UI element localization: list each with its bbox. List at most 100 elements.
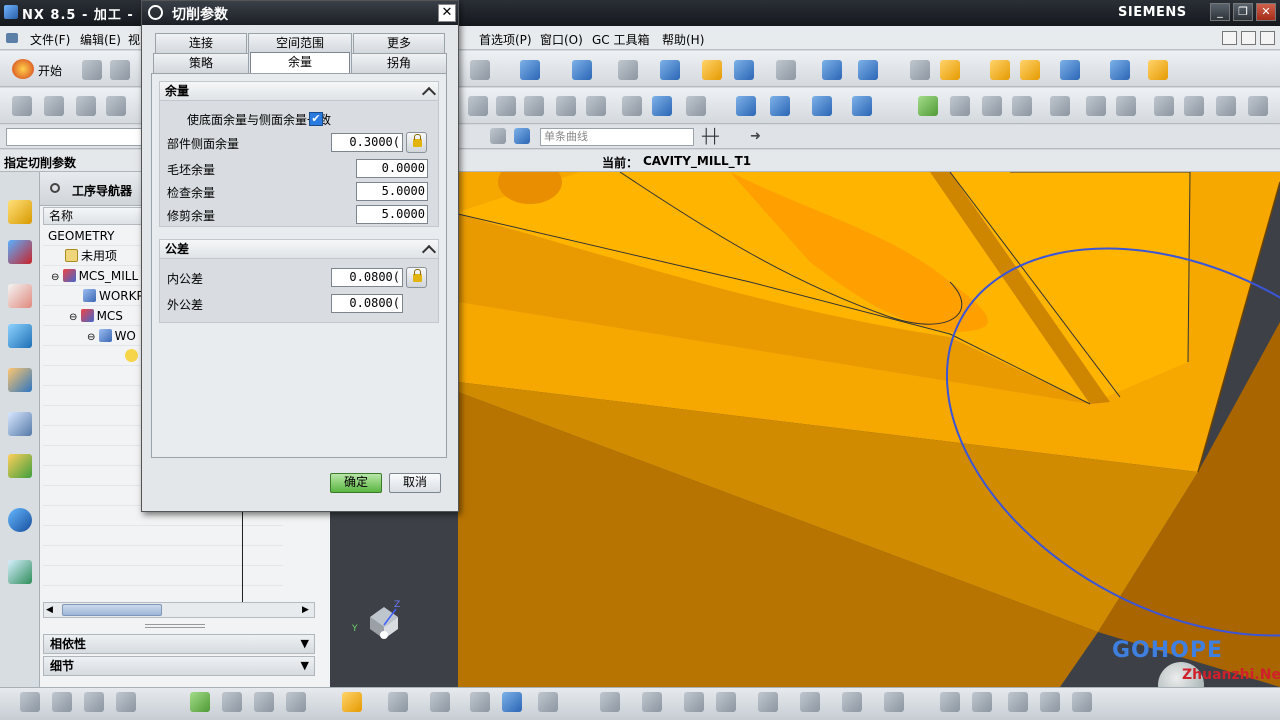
- move-icon[interactable]: [1060, 60, 1080, 80]
- check-icon[interactable]: [918, 96, 938, 116]
- feature-i-icon[interactable]: [1216, 96, 1236, 116]
- ops-i-icon[interactable]: [342, 692, 362, 712]
- ops-e-icon[interactable]: [190, 692, 210, 712]
- dialog-titlebar[interactable]: 切削参数 ✕: [142, 1, 458, 25]
- ops-b-icon[interactable]: [52, 692, 72, 712]
- generate-path-icon[interactable]: [736, 96, 756, 116]
- ops-j-icon[interactable]: [388, 692, 408, 712]
- search-icon[interactable]: [1072, 692, 1092, 712]
- create-geometry-icon[interactable]: [76, 96, 96, 116]
- menu-edit[interactable]: 编辑(E): [80, 31, 121, 48]
- feature-h-icon[interactable]: [1184, 96, 1204, 116]
- dependencies-section[interactable]: 相依性 ▼: [43, 634, 315, 654]
- minimize-button[interactable]: _: [1210, 3, 1230, 21]
- ok-button[interactable]: 确定: [330, 473, 382, 493]
- ops-p-icon[interactable]: [642, 692, 662, 712]
- feature-j-icon[interactable]: [1248, 96, 1268, 116]
- tab-containment[interactable]: 空间范围: [248, 33, 352, 53]
- ops-y-icon[interactable]: [1008, 692, 1028, 712]
- shade-icon[interactable]: [618, 60, 638, 80]
- measure-icon[interactable]: [940, 60, 960, 80]
- feature-c-icon[interactable]: [1012, 96, 1032, 116]
- feature-g-icon[interactable]: [1154, 96, 1174, 116]
- ops-s-icon[interactable]: [758, 692, 778, 712]
- intersect-icon[interactable]: ┼┼: [702, 129, 719, 145]
- orient-view-icon[interactable]: [660, 60, 680, 80]
- ops-k-icon[interactable]: [430, 692, 450, 712]
- column-divider[interactable]: [242, 512, 243, 602]
- analysis-icon[interactable]: [990, 60, 1010, 80]
- horizontal-scrollbar[interactable]: ◀ ▶: [43, 602, 315, 618]
- tab-more[interactable]: 更多: [353, 33, 445, 53]
- scroll-thumb[interactable]: [62, 604, 162, 616]
- menu-preferences[interactable]: 首选项(P): [479, 31, 532, 48]
- create-program-icon[interactable]: [12, 96, 32, 116]
- snap-icon[interactable]: [822, 60, 842, 80]
- ops-z-icon[interactable]: [1040, 692, 1060, 712]
- ops-a-icon[interactable]: [20, 692, 40, 712]
- graphics-window[interactable]: Z Y GOHOPE Zhuanzhi.Net: [330, 172, 1280, 687]
- undo-icon[interactable]: [470, 60, 490, 80]
- splitter-handle[interactable]: [145, 624, 205, 628]
- ops-g-icon[interactable]: [254, 692, 274, 712]
- fit-view-icon[interactable]: [572, 60, 592, 80]
- close-button[interactable]: ✕: [1256, 3, 1276, 21]
- ops-n-icon[interactable]: [538, 692, 558, 712]
- pin-navigator-icon[interactable]: [50, 183, 60, 193]
- ops-d-icon[interactable]: [116, 692, 136, 712]
- cancel-button[interactable]: 取消: [389, 473, 441, 493]
- start-menu-button[interactable]: 开始: [38, 62, 62, 79]
- check-stock-input[interactable]: 5.0000: [356, 182, 428, 201]
- op-g-icon[interactable]: [652, 96, 672, 116]
- info-navigator-icon[interactable]: [8, 508, 32, 532]
- feature-a-icon[interactable]: [950, 96, 970, 116]
- select-all-icon[interactable]: [490, 128, 506, 144]
- ops-m-icon[interactable]: [502, 692, 522, 712]
- doc-close-button[interactable]: [1260, 31, 1275, 45]
- column-header-name[interactable]: 名称: [43, 207, 143, 225]
- transform-icon[interactable]: [1110, 60, 1130, 80]
- menu-help[interactable]: 帮助(H): [662, 31, 704, 48]
- menu-gc-toolbox[interactable]: GC 工具箱: [592, 31, 650, 48]
- feature-b-icon[interactable]: [982, 96, 1002, 116]
- maximize-button[interactable]: ❐: [1233, 3, 1253, 21]
- part-navigator-icon[interactable]: [8, 284, 32, 308]
- history-icon[interactable]: [8, 560, 32, 584]
- stock-group-header[interactable]: 余量: [159, 81, 439, 102]
- assembly-navigator-icon[interactable]: [8, 200, 32, 224]
- verify-path-icon[interactable]: [812, 96, 832, 116]
- layout-icon[interactable]: [910, 60, 930, 80]
- outtol-input[interactable]: 0.0800(: [331, 294, 403, 313]
- details-section[interactable]: 细节 ▼: [43, 656, 315, 676]
- menu-view[interactable]: 视: [128, 31, 140, 48]
- wcs-icon[interactable]: [734, 60, 754, 80]
- part-side-lock-button[interactable]: [406, 132, 427, 153]
- op-f-icon[interactable]: [622, 96, 642, 116]
- machine-navigator-icon[interactable]: [8, 368, 32, 392]
- ops-c-icon[interactable]: [84, 692, 104, 712]
- op-d-icon[interactable]: [556, 96, 576, 116]
- dialog-close-button[interactable]: ✕: [438, 4, 456, 22]
- ops-r-icon[interactable]: [716, 692, 736, 712]
- ops-t-icon[interactable]: [800, 692, 820, 712]
- feature-e-icon[interactable]: [1086, 96, 1106, 116]
- ops-x-icon[interactable]: [972, 692, 992, 712]
- create-method-icon[interactable]: [106, 96, 126, 116]
- postprocess-icon[interactable]: [852, 96, 872, 116]
- part-side-stock-input[interactable]: 0.3000(: [331, 133, 403, 152]
- select-body-icon[interactable]: [514, 128, 530, 144]
- background-icon[interactable]: [776, 60, 796, 80]
- tab-corners[interactable]: 拐角: [351, 53, 447, 73]
- doc-minimize-button[interactable]: [1222, 31, 1237, 45]
- tolerance-lock-button[interactable]: [406, 267, 427, 288]
- create-tool-icon[interactable]: [44, 96, 64, 116]
- feature-f-icon[interactable]: [1116, 96, 1136, 116]
- ruler-icon[interactable]: [1148, 60, 1168, 80]
- tab-stock[interactable]: 余量: [250, 52, 350, 74]
- replay-path-icon[interactable]: [770, 96, 790, 116]
- trim-stock-input[interactable]: 5.0000: [356, 205, 428, 224]
- ops-l-icon[interactable]: [470, 692, 490, 712]
- constraint-navigator-icon[interactable]: [8, 240, 32, 264]
- curve-rule-select[interactable]: 单条曲线: [540, 128, 694, 146]
- ops-v-icon[interactable]: [884, 692, 904, 712]
